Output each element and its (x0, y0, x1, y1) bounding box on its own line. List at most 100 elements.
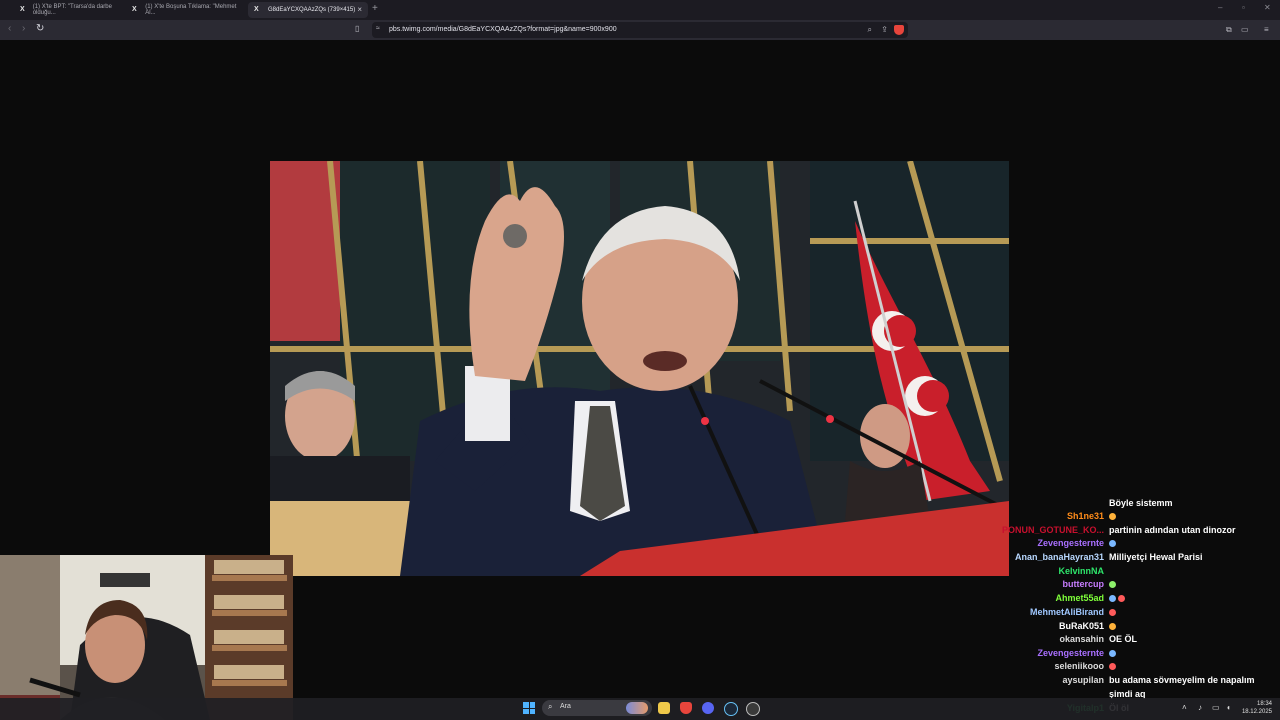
chat-message: Zevengesternte (994, 538, 1280, 551)
browser-toolbar: ‹ › ↻ ▯ ≈ pbs.twimg.com/media/G8dEaYCXQA… (0, 20, 1280, 40)
chat-emote-icon (1109, 595, 1116, 602)
tab-label: (1) X'te Boşuna Tıklama: "Mehmet Al... (145, 4, 237, 16)
chat-message: seleniikooo (994, 661, 1280, 674)
taskbar-search[interactable]: ⌕ Ara (542, 700, 652, 716)
bookmark-icon[interactable]: ▯ (355, 24, 359, 33)
chat-emote-icon (1109, 513, 1116, 520)
new-tab-button[interactable]: + (372, 3, 378, 14)
back-icon[interactable]: ‹ (8, 23, 11, 34)
chat-username[interactable]: seleniikooo (1054, 661, 1104, 671)
chat-text-content: OE ÖL (1109, 634, 1138, 644)
chat-text: Milliyetçi Hewal Parisi (1109, 552, 1203, 562)
menu-icon[interactable]: ≡ (1264, 25, 1269, 34)
chat-text (1109, 511, 1118, 521)
chat-text (1109, 661, 1118, 671)
chat-username[interactable]: buttercup (1063, 579, 1105, 589)
chat-message: PONUN_GOTUNE_KO... partinin adından utan … (994, 525, 1280, 538)
search-icon: ⌕ (548, 702, 553, 711)
close-window-icon[interactable]: ✕ (1264, 3, 1271, 12)
chat-username[interactable]: Sh1ne31 (1067, 511, 1104, 521)
tray-overflow-icon[interactable]: ˄ (1182, 703, 1187, 712)
chat-message: MehmetAliBirand (994, 607, 1280, 620)
chat-username[interactable]: KelvinnNA (1058, 566, 1104, 576)
chat-text (1109, 648, 1118, 658)
chat-text: Böyle sistemm (1109, 498, 1173, 508)
chat-text: bu adama sövmeyelim de napalım (1109, 675, 1255, 685)
chat-username[interactable]: aysupilan (1062, 675, 1104, 685)
steam-icon[interactable] (724, 702, 738, 716)
chat-text (1109, 621, 1118, 631)
file-explorer-icon[interactable] (658, 702, 670, 714)
chat-message: Sh1ne31 (994, 511, 1280, 524)
chat-message: Anan_banaHayran31 Milliyetçi Hewal Parisi (994, 552, 1280, 565)
tab-bpt[interactable]: X (1) X'te BPT: "Trarsa'da darbe olduğu.… (14, 2, 126, 18)
chat-emote-icon (1109, 623, 1116, 630)
clock-time: 18:34 (1256, 701, 1272, 707)
obs-icon[interactable] (746, 702, 760, 716)
tab-bosuna-tiklama[interactable]: X (1) X'te Boşuna Tıklama: "Mehmet Al... (126, 2, 244, 18)
extensions-icon[interactable]: ⧉ (1226, 25, 1232, 35)
volume-icon[interactable]: ◖ (1226, 703, 1231, 712)
chat-message: Böyle sistemm (994, 498, 1280, 511)
search-highlight-icon (626, 702, 648, 714)
system-clock[interactable]: 18:34 18.12.2025 (1242, 700, 1272, 716)
chat-message: Ahmet55ad (994, 593, 1280, 606)
start-button-icon[interactable] (523, 702, 535, 714)
chat-username[interactable]: okansahin (1059, 634, 1104, 644)
chat-text: partinin adından utan dinozor (1109, 525, 1236, 535)
forward-icon[interactable]: › (22, 23, 25, 34)
chat-emote-icon (1118, 595, 1125, 602)
x-logo-icon: X (132, 6, 137, 13)
site-info-icon[interactable]: ≈ (376, 25, 380, 32)
tab-label: G8dEaYCXQAAzZQs (739×415) (268, 7, 356, 13)
webcam-overlay (0, 555, 293, 720)
address-bar[interactable]: ≈ pbs.twimg.com/media/G8dEaYCXQAAzZQs?fo… (372, 22, 908, 38)
chat-message: okansahin OE ÖL (994, 634, 1280, 647)
chat-emote-icon (1109, 650, 1116, 657)
webcam-feed (0, 555, 293, 720)
minimize-icon[interactable]: – (1218, 3, 1222, 12)
tab-image-active[interactable]: X G8dEaYCXQAAzZQs (739×415) × (248, 2, 368, 18)
brave-browser-icon[interactable] (680, 702, 692, 714)
chat-username[interactable]: PONUN_GOTUNE_KO... (1002, 525, 1104, 535)
x-logo-icon: X (20, 6, 25, 13)
chat-emote-icon (1109, 581, 1116, 588)
discord-icon[interactable] (702, 702, 714, 714)
zoom-icon[interactable]: ⌕ (868, 25, 872, 35)
chat-text-content: Milliyetçi Hewal Parisi (1109, 552, 1203, 562)
network-icon[interactable]: ▭ (1212, 703, 1220, 712)
maximize-icon[interactable]: ▫ (1242, 3, 1245, 12)
chat-emote-icon (1109, 663, 1116, 670)
chat-username[interactable]: BuRaK051 (1059, 621, 1104, 631)
reload-icon[interactable]: ↻ (36, 23, 44, 34)
chat-text (1109, 607, 1118, 617)
chat-text-content: Böyle sistemm (1109, 498, 1173, 508)
chat-username[interactable]: Zevengesternte (1037, 648, 1104, 658)
brave-shield-icon[interactable] (894, 25, 904, 35)
clock-date: 18.12.2025 (1241, 709, 1272, 715)
chat-text-content: bu adama sövmeyelim de napalım (1109, 675, 1255, 685)
photo-content (270, 161, 1009, 576)
tab-label: (1) X'te BPT: "Trarsa'da darbe olduğu... (32, 4, 112, 16)
chat-username[interactable]: Anan_banaHayran31 (1015, 552, 1104, 562)
microphone-icon[interactable]: ♪ (1198, 703, 1202, 712)
viewed-image[interactable] (270, 161, 1009, 576)
chat-emote-icon (1109, 609, 1116, 616)
chat-message: Zevengesternte (994, 648, 1280, 661)
chat-text-content: partinin adından utan dinozor (1109, 525, 1236, 535)
chat-username[interactable]: Zevengesternte (1037, 538, 1104, 548)
url-text[interactable]: pbs.twimg.com/media/G8dEaYCXQAAzZQs?form… (389, 26, 617, 33)
chat-message: KelvinnNA (994, 566, 1280, 579)
chat-message: buttercup (994, 579, 1280, 592)
chat-text (1109, 579, 1118, 589)
chat-username[interactable]: Ahmet55ad (1055, 593, 1104, 603)
wallet-icon[interactable]: ▭ (1241, 25, 1249, 34)
search-placeholder: Ara (560, 703, 571, 710)
chat-emote-icon (1109, 540, 1116, 547)
share-icon[interactable]: ⇪ (881, 25, 888, 34)
windows-taskbar: ⌕ Ara ˄ ♪ ▭ ◖ 18:34 18.12.2025 (0, 698, 1280, 720)
close-tab-icon[interactable]: × (357, 5, 362, 14)
browser-tab-bar: X (1) X'te BPT: "Trarsa'da darbe olduğu.… (0, 0, 1280, 20)
chat-username[interactable]: MehmetAliBirand (1030, 607, 1104, 617)
chat-message: BuRaK051 (994, 621, 1280, 634)
